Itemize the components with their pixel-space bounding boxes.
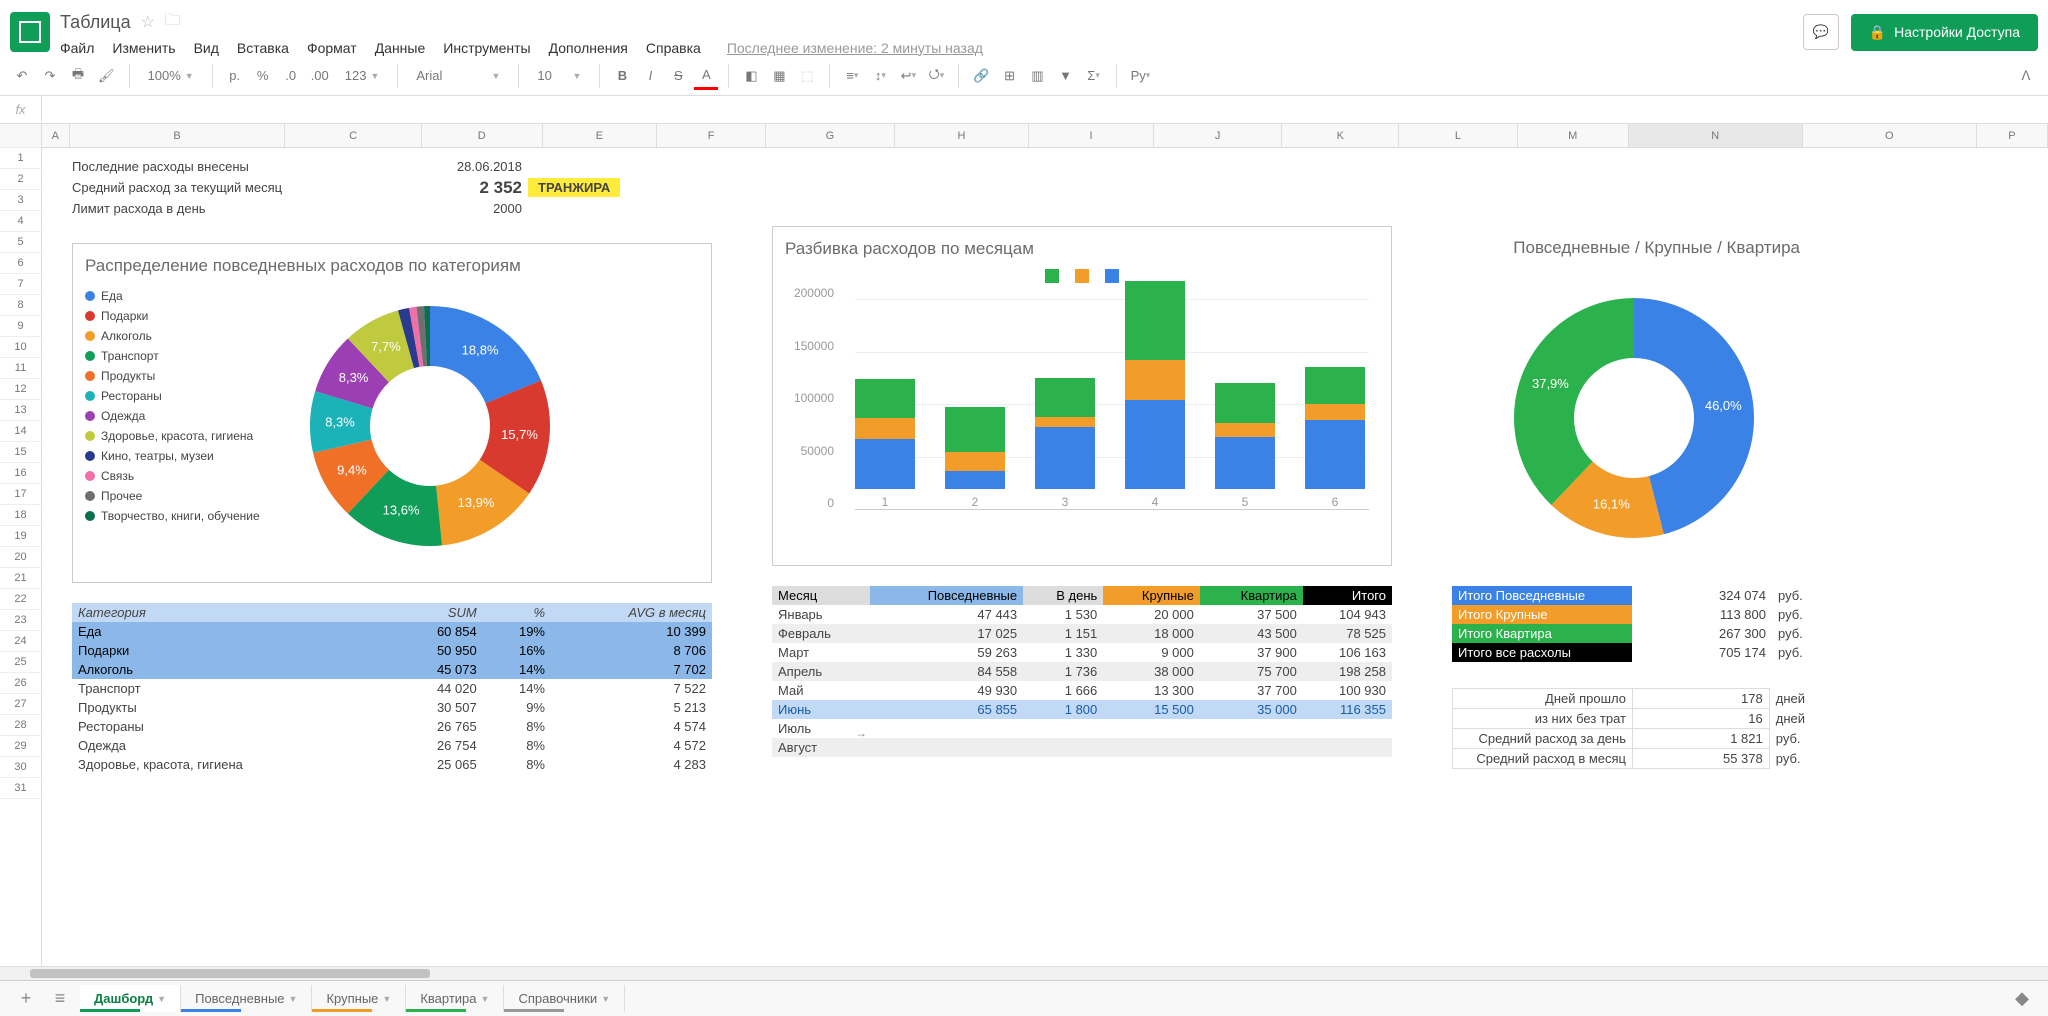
filter-icon[interactable]: ▼ [1054,62,1078,90]
sheet-tabs: + ≡ Дашборд ▼Повседневные ▼Крупные ▼Квар… [0,980,2048,1016]
chart-title: Повседневные / Крупные / Квартира [1464,238,1800,258]
sheet-tab[interactable]: Крупные ▼ [312,985,406,1012]
row-arrow-icon: → [855,726,867,740]
info-value: 2000 [432,201,522,216]
menubar: Файл Изменить Вид Вставка Формат Данные Инстру… [60,36,1803,56]
halign-icon[interactable]: ≡▾ [840,62,864,90]
svg-text:13,6%: 13,6% [382,503,419,518]
svg-text:46,0%: 46,0% [1705,398,1742,413]
print-icon[interactable]: 🖶 [66,62,90,90]
info-label: Последние расходы внесены [72,159,432,174]
menu-Формат[interactable]: Формат [307,40,357,56]
info-value: 2 352 [432,178,522,198]
svg-text:8,3%: 8,3% [338,370,368,385]
comments-button[interactable]: 💬 [1803,14,1839,50]
borders-icon[interactable]: ▦ [767,62,791,90]
chart-title: Разбивка расходов по месяцам [785,239,1379,259]
paint-format-icon[interactable]: 🖌 [94,62,119,90]
chart-icon[interactable]: ▥ [1026,62,1050,90]
bold-icon[interactable]: B [610,62,634,90]
menu-Справка[interactable]: Справка [646,40,701,56]
svg-text:7,7%: 7,7% [371,339,401,354]
redo-icon[interactable]: ↷ [38,62,62,90]
strike-icon[interactable]: S [666,62,690,90]
fill-color-icon[interactable]: ◧ [739,62,763,90]
column-headers[interactable]: ABCDEFGHIJKLMNOP [42,124,2048,148]
menu-Вставка[interactable]: Вставка [237,40,289,56]
svg-text:13,9%: 13,9% [457,495,494,510]
collapse-toolbar-icon[interactable]: ᐱ [2014,62,2038,90]
svg-text:37,9%: 37,9% [1532,376,1569,391]
chart-legend: ЕдаПодаркиАлкогольТранспортПродуктыРесто… [85,286,260,556]
link-icon[interactable]: 🔗 [969,62,993,90]
fx-icon: fx [0,96,42,124]
chart-categories-donut[interactable]: Распределение повседневных расходов по к… [72,243,712,583]
share-label: Настройки Доступа [1894,24,2020,40]
stats-table[interactable]: Дней прошло178днейиз них без трат16днейС… [1452,688,1812,769]
menu-Данные[interactable]: Данные [375,40,426,56]
bar-chart: 050000100000150000200000123456 [785,290,1379,550]
info-value: 28.06.2018 [432,159,522,174]
sheet-tab[interactable]: Повседневные ▼ [181,985,312,1012]
zoom-select[interactable]: 100%▼ [140,62,202,90]
chart-title: Распределение повседневных расходов по к… [85,256,699,276]
sheet-tab[interactable]: Дашборд ▼ [80,985,181,1012]
star-icon[interactable]: ☆ [141,12,155,32]
sheet-tab[interactable]: Квартира ▼ [406,985,504,1012]
svg-text:9,4%: 9,4% [337,462,367,477]
info-label: Средний расход за текущий месяц [72,180,432,195]
valign-icon[interactable]: ↕▾ [868,62,892,90]
comment-icon[interactable]: ⊞ [998,62,1022,90]
chart-monthly-bars[interactable]: Разбивка расходов по месяцам 05000010000… [772,226,1392,566]
decrease-decimal[interactable]: .0 [279,62,303,90]
svg-text:15,7%: 15,7% [501,427,538,442]
svg-text:16,1%: 16,1% [1593,497,1630,512]
text-color-icon[interactable]: A [694,62,718,90]
italic-icon[interactable]: I [638,62,662,90]
merge-icon[interactable]: ⬚ [795,62,819,90]
font-size-select[interactable]: 10▼ [529,62,589,90]
folder-icon[interactable]: 🗀 [165,9,181,36]
format-currency[interactable]: р. [223,62,247,90]
increase-decimal[interactable]: .00 [307,62,333,90]
format-percent[interactable]: % [251,62,275,90]
app-header: Таблица ☆ 🗀 Файл Изменить Вид Вставка Формат… [0,0,2048,56]
svg-text:8,3%: 8,3% [325,414,355,429]
explore-button[interactable]: ◆ [2008,988,2036,1009]
wrap-icon[interactable]: ↩▾ [896,62,920,90]
menu-Изменить[interactable]: Изменить [112,40,175,56]
menu-Инструменты[interactable]: Инструменты [443,40,530,56]
summary-table[interactable]: Итого Повседневные324 074руб.Итого Крупн… [1452,586,1812,662]
sheet-content: Последние расходы внесены28.06.2018 Сред… [42,148,2048,774]
lock-icon: 🔒 [1869,24,1886,41]
last-edit[interactable]: Последнее изменение: 2 минуты назад [727,40,983,56]
rotate-icon[interactable]: ⭯▾ [924,62,948,90]
input-lang[interactable]: Ру▾ [1127,62,1155,90]
toolbar: ↶ ↷ 🖶 🖌 100%▼ р. % .0 .00 123▼ Arial▼ 10… [0,56,2048,96]
sheet-tab[interactable]: Справочники ▼ [504,985,625,1012]
functions-icon[interactable]: Σ▾ [1082,62,1106,90]
menu-Файл[interactable]: Файл [60,40,94,56]
formula-input[interactable] [42,102,2048,117]
add-sheet-button[interactable]: + [12,988,40,1009]
doc-title[interactable]: Таблица [60,12,131,33]
status-badge: ТРАНЖИРА [528,178,620,197]
svg-text:18,8%: 18,8% [461,343,498,358]
menu-Вид[interactable]: Вид [194,40,219,56]
horizontal-scrollbar[interactable] [0,966,2048,980]
undo-icon[interactable]: ↶ [10,62,34,90]
info-label: Лимит расхода в день [72,201,432,216]
chart-summary-donut[interactable]: Повседневные / Крупные / Квартира 46,0% 1… [1452,226,1812,566]
all-sheets-button[interactable]: ≡ [46,988,74,1009]
menu-Дополнения[interactable]: Дополнения [549,40,628,56]
row-headers[interactable]: 1234567891011121314151617181920212223242… [0,124,42,966]
font-select[interactable]: Arial▼ [408,62,508,90]
share-button[interactable]: 🔒 Настройки Доступа [1851,14,2038,51]
categories-table[interactable]: КатегорияSUM%AVG в месяцЕда60 85419%10 3… [72,603,712,774]
donut-chart-svg: 46,0% 16,1% 37,9% [1464,268,1784,548]
donut-chart-svg: 18,8% 15,7% 13,9% 13,6% 9,4% 8,3% 8,3% 7,7% [280,286,580,556]
formula-bar: fx [0,96,2048,124]
format-more[interactable]: 123▼ [337,62,388,90]
sheets-logo-icon [10,12,50,52]
